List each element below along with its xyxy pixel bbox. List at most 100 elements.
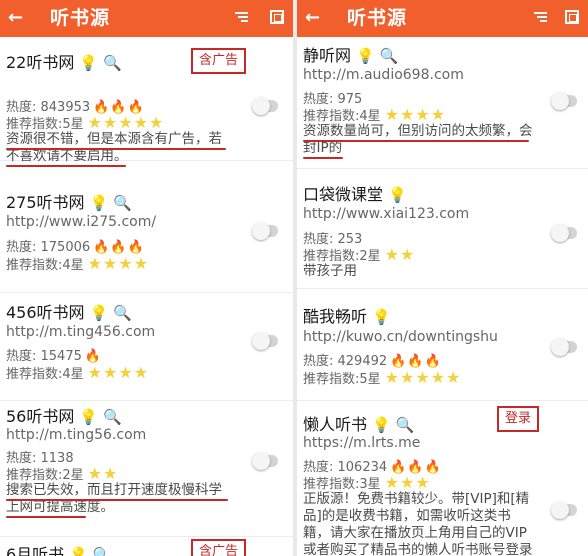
source-description: 正版源！免费书籍较少。带[VIP]和[精品]的是收费书籍，如需收听这类书籍，请大… — [303, 491, 533, 556]
magnifier-icon: 🔍 — [113, 304, 132, 322]
star-icon: ★★★★★ — [384, 368, 462, 387]
rating-line: 推荐指数:5星 ★★★★★ — [6, 113, 165, 132]
source-name: 456听书网 — [6, 303, 85, 322]
lightbulb-icon: 💡 — [372, 308, 391, 326]
star-icon: ★★★★ — [87, 363, 150, 382]
source-name: 275听书网 — [6, 193, 85, 212]
heat-line: 热度: 15475 🔥 — [6, 349, 103, 364]
enable-toggle[interactable] — [551, 224, 577, 242]
star-icon: ★★★★ — [87, 254, 150, 273]
app-bar: ← 听书源 — [297, 0, 588, 37]
rating-line: 推荐指数:2星 ★★ — [303, 245, 416, 264]
source-name: 酷我畅听 — [303, 307, 368, 326]
star-icon: ★★★ — [384, 473, 431, 492]
list-item[interactable]: 6月听书 💡 🔍 含广告 — [0, 537, 293, 556]
source-name: 22听书网 — [6, 53, 75, 72]
list-item[interactable]: 22听书网 💡 🔍 热度: 843953 🔥🔥🔥 推荐指数:5星 ★★★★★ 资源很不错… — [0, 37, 293, 167]
heat-line: 热度: 429492 🔥🔥🔥 — [303, 354, 442, 369]
lightbulb-icon: 💡 — [79, 54, 99, 72]
source-url: http://kuwo.cn/downtingshu — [303, 329, 498, 345]
lightbulb-icon: 💡 — [89, 304, 109, 322]
enable-toggle[interactable] — [252, 452, 278, 470]
page-title: 听书源 — [50, 7, 111, 29]
rating-line: 推荐指数:4星 ★★★★ — [303, 105, 447, 124]
rating-value: 5星 — [359, 372, 381, 387]
rating-line: 推荐指数:3星 ★★★ — [303, 473, 431, 492]
list-item[interactable]: 静听网 💡 🔍 http://m.audio698.com 热度: 975 推荐指数… — [297, 37, 588, 169]
annotation-login-tag: 登录 — [497, 406, 540, 432]
lightbulb-icon: 💡 — [356, 47, 375, 65]
magnifier-icon: 🔍 — [395, 416, 415, 434]
rating-value: 3星 — [359, 477, 381, 492]
source-name: 静听网 — [303, 46, 352, 65]
source-name: 6月听书 — [6, 545, 65, 556]
list-item[interactable]: 口袋微课堂 💡 http://www.xiai123.com 热度: 253 推荐… — [297, 169, 588, 289]
lightbulb-icon: 💡 — [372, 416, 391, 434]
lightbulb-icon: 💡 — [89, 194, 109, 212]
source-url: http://m.ting56.com — [6, 427, 147, 443]
magnifier-icon: 🔍 — [379, 47, 399, 65]
rating-value: 4星 — [62, 367, 84, 382]
lightbulb-icon: 💡 — [69, 546, 88, 556]
magnifier-icon: 🔍 — [92, 546, 112, 556]
rating-line: 推荐指数:5星 ★★★★★ — [303, 368, 462, 387]
heat-value: 175006 — [40, 240, 91, 255]
source-name: 懒人听书 — [303, 415, 368, 434]
rating-line: 推荐指数:2星 ★★ — [6, 464, 119, 483]
rating-line: 推荐指数:4星 ★★★★ — [6, 363, 150, 382]
source-description: 带孩子用 — [303, 263, 357, 279]
sort-icon[interactable] — [534, 12, 547, 23]
enable-toggle[interactable] — [551, 338, 577, 356]
app-bar: ← 听书源 — [0, 0, 293, 37]
list-item[interactable]: 456听书网 💡 🔍 http://m.ting456.com 热度: 15475 🔥… — [0, 293, 293, 401]
sort-icon[interactable] — [235, 12, 248, 23]
back-arrow-icon[interactable]: ← — [8, 6, 23, 30]
annotation-underline — [303, 157, 343, 159]
source-url: https://m.lrts.me — [303, 435, 421, 451]
rating-value: 5星 — [62, 117, 84, 132]
list-item[interactable]: 275听书网 💡 🔍 http://www.i275.com/ 热度: 175006… — [0, 183, 293, 293]
annotation-underline — [6, 499, 228, 501]
list-item[interactable]: 酷我畅听 💡 http://kuwo.cn/downtingshu 热度: 429… — [297, 289, 588, 401]
rating-value: 2星 — [359, 249, 381, 264]
heat-value: 429492 — [337, 354, 388, 369]
annotation-underline — [6, 148, 226, 150]
source-url: http://m.audio698.com — [303, 67, 464, 83]
fire-icon: 🔥 — [84, 349, 103, 364]
heat-line: 热度: 175006 🔥🔥🔥 — [6, 240, 145, 255]
source-url: http://www.xiai123.com — [303, 206, 470, 222]
source-name: 口袋微课堂 — [303, 185, 384, 204]
back-arrow-icon[interactable]: ← — [305, 6, 320, 30]
star-icon: ★★ — [384, 245, 416, 264]
annotation-ad-tag: 含广告 — [191, 48, 247, 74]
star-icon: ★★ — [87, 464, 119, 483]
list-item[interactable]: 懒人听书 💡 🔍 https://m.lrts.me 热度: 106234 🔥🔥🔥 推… — [297, 401, 588, 556]
right-screen: ← 听书源 静听网 💡 🔍 http://m.audio698.com 热度: 97… — [297, 0, 588, 556]
left-screen: ← 听书源 22听书网 💡 🔍 热度: 843953 🔥🔥🔥 推荐指数:5星 ★★★★★… — [0, 0, 293, 556]
select-all-icon[interactable] — [270, 10, 284, 24]
fire-icon: 🔥🔥🔥 — [390, 354, 442, 369]
enable-toggle[interactable] — [252, 222, 278, 240]
magnifier-icon: 🔍 — [103, 408, 122, 426]
rating-value: 4星 — [62, 258, 84, 273]
enable-toggle[interactable] — [551, 92, 577, 110]
annotation-underline — [6, 516, 86, 518]
enable-toggle[interactable] — [252, 332, 278, 350]
magnifier-icon: 🔍 — [113, 194, 132, 212]
heat-value: 15475 — [40, 349, 82, 364]
source-url: http://www.i275.com/ — [6, 214, 157, 230]
enable-toggle[interactable] — [252, 97, 278, 115]
source-url: http://m.ting456.com — [6, 324, 156, 340]
enable-toggle[interactable] — [551, 501, 577, 519]
select-all-icon[interactable] — [565, 10, 579, 24]
rating-line: 推荐指数:4星 ★★★★ — [6, 254, 150, 273]
star-icon: ★★★★ — [384, 105, 447, 124]
fire-icon: 🔥🔥🔥 — [93, 240, 145, 255]
list-item[interactable]: 56听书网 💡 🔍 http://m.ting56.com 热度: 1138 推荐指… — [0, 401, 293, 537]
annotation-underline — [303, 140, 529, 142]
annotation-underline — [6, 165, 126, 167]
source-name: 56听书网 — [6, 407, 75, 426]
star-icon: ★★★★★ — [87, 113, 165, 132]
rating-value: 4星 — [359, 109, 381, 124]
rating-value: 2星 — [62, 468, 84, 483]
